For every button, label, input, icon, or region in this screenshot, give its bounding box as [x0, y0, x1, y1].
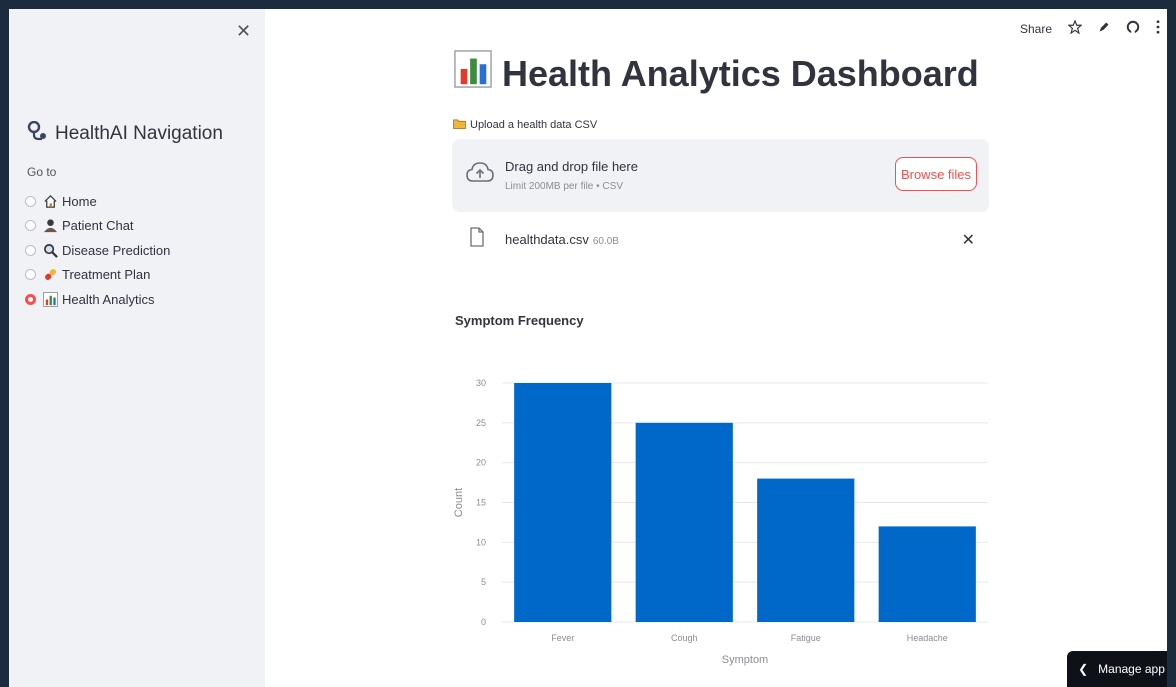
- page-title: Health Analytics Dashboard: [454, 50, 979, 97]
- y-tick-label: 15: [476, 498, 486, 508]
- radio-button[interactable]: [25, 195, 36, 207]
- dropzone-instructions: Drag and drop file here: [505, 159, 638, 174]
- upload-label: Upload a health data CSV: [453, 118, 597, 132]
- bar-fever: [514, 383, 612, 622]
- y-tick-label: 30: [476, 378, 486, 388]
- pill-icon: [42, 267, 58, 283]
- radio-button[interactable]: [25, 220, 36, 232]
- radio-item-disease-prediction[interactable]: Disease Prediction: [25, 238, 170, 263]
- nav-radio-group: Home Patient Chat Disease Prediction Tre…: [25, 189, 170, 312]
- remove-file-icon[interactable]: ✕: [962, 230, 975, 250]
- x-tick-label: Fever: [551, 633, 574, 643]
- close-sidebar-icon[interactable]: ✕: [236, 21, 251, 42]
- x-tick-label: Fatigue: [791, 633, 821, 643]
- file-name-text: healthdata.csv: [505, 232, 589, 247]
- radio-label: Disease Prediction: [62, 242, 171, 258]
- manage-app-button[interactable]: ❮ Manage app: [1067, 651, 1176, 687]
- cloud-upload-icon: [466, 161, 494, 190]
- page-title-text: Health Analytics Dashboard: [502, 52, 979, 94]
- chart-title: Symptom Frequency: [455, 313, 584, 328]
- radio-item-patient-chat[interactable]: Patient Chat: [25, 214, 170, 239]
- x-tick-label: Headache: [907, 633, 948, 643]
- file-icon: [470, 227, 484, 252]
- share-button[interactable]: Share: [1020, 22, 1052, 36]
- sidebar: ✕ HealthAI Navigation Go to Home Patient…: [9, 9, 265, 687]
- magnifier-icon: [42, 242, 58, 258]
- x-tick-label: Cough: [671, 633, 698, 643]
- top-toolbar: Share: [1020, 19, 1160, 37]
- folder-icon: [453, 118, 466, 132]
- house-icon: [42, 193, 58, 209]
- bar-fatigue: [757, 478, 855, 622]
- edit-pencil-icon[interactable]: [1098, 21, 1110, 36]
- bar-chart-icon: [454, 50, 492, 97]
- radio-button[interactable]: [25, 244, 36, 256]
- sidebar-title-text: HealthAI Navigation: [55, 123, 223, 144]
- bar-chart-icon: [42, 291, 58, 307]
- file-dropzone[interactable]: Drag and drop file here Limit 200MB per …: [452, 139, 989, 212]
- uploaded-file-row: healthdata.csv 60.0B ✕: [452, 223, 989, 259]
- chevron-left-icon: ❮: [1078, 662, 1089, 676]
- bar-headache: [878, 526, 976, 622]
- radio-button[interactable]: [25, 269, 36, 281]
- github-icon[interactable]: [1126, 20, 1140, 37]
- radio-label: Home: [62, 193, 97, 209]
- bar-chart: 0 5 10 15 20 25 30 Fever Cough Fatigue Headache Sym…: [453, 378, 988, 666]
- upload-label-text: Upload a health data CSV: [470, 119, 598, 131]
- radio-label: Health Analytics: [62, 291, 155, 307]
- y-tick-label: 20: [476, 458, 486, 468]
- star-icon[interactable]: [1067, 19, 1083, 37]
- stethoscope-icon: [27, 120, 47, 147]
- radio-button-selected[interactable]: [25, 293, 36, 305]
- bar-cough: [635, 422, 733, 622]
- file-size: 60.0B: [592, 236, 619, 247]
- file-name: healthdata.csv 60.0B: [505, 232, 619, 247]
- radio-item-home[interactable]: Home: [25, 189, 170, 214]
- y-tick-label: 25: [476, 418, 486, 428]
- radio-label: Patient Chat: [62, 218, 134, 234]
- dropzone-limit: Limit 200MB per file • CSV: [505, 181, 623, 192]
- radio-item-health-analytics[interactable]: Health Analytics: [25, 287, 170, 312]
- x-axis-label: Symptom: [722, 654, 768, 666]
- y-tick-label: 0: [481, 617, 486, 627]
- radio-group-label: Go to: [27, 165, 57, 179]
- browse-files-button[interactable]: Browse files: [895, 157, 977, 191]
- y-tick-label: 5: [481, 577, 486, 587]
- y-tick-label: 10: [476, 537, 486, 547]
- person-icon: [42, 218, 58, 234]
- radio-item-treatment-plan[interactable]: Treatment Plan: [25, 263, 170, 288]
- manage-app-label: Manage app: [1098, 662, 1165, 676]
- more-options-icon[interactable]: [1156, 20, 1160, 37]
- sidebar-title: HealthAI Navigation: [27, 120, 223, 147]
- y-axis-label: Count: [453, 488, 465, 517]
- radio-label: Treatment Plan: [62, 267, 151, 283]
